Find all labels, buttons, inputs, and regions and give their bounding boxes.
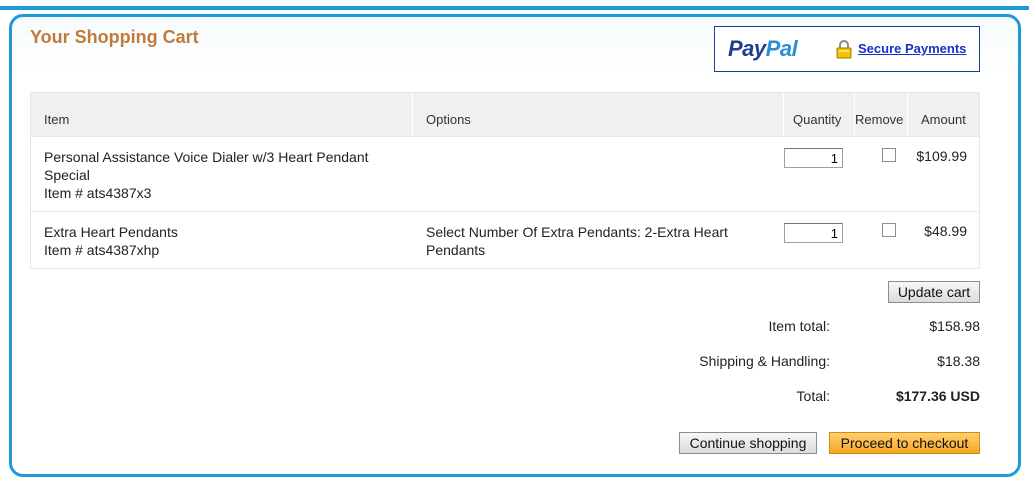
item-options-line1: Select Number Of Extra Pendants: 2-Extra… bbox=[426, 224, 728, 240]
item-amount: $109.99 bbox=[916, 148, 967, 164]
total-value: $177.36 USD bbox=[895, 388, 980, 404]
quantity-input[interactable] bbox=[784, 223, 843, 243]
shipping-label: Shipping & Handling: bbox=[699, 353, 830, 369]
column-header-amount: Amount bbox=[921, 112, 966, 127]
item-name-line2: Special bbox=[44, 167, 90, 183]
table-row: Extra Heart Pendants Item # ats4387xhp S… bbox=[31, 211, 979, 268]
column-divider bbox=[907, 93, 908, 136]
paypal-logo: PayPal bbox=[728, 36, 798, 62]
item-amount: $48.99 bbox=[924, 223, 967, 239]
quantity-input[interactable] bbox=[784, 148, 843, 168]
page-title: Your Shopping Cart bbox=[30, 27, 199, 47]
top-accent-stripe bbox=[0, 6, 1029, 10]
paypal-logo-pal: Pal bbox=[765, 36, 798, 61]
total-label: Total: bbox=[796, 388, 830, 404]
table-row: Personal Assistance Voice Dialer w/3 Hea… bbox=[31, 136, 979, 211]
cart-table: Item Options Quantity Remove Amount Pers… bbox=[30, 92, 980, 269]
top-accent-bar bbox=[0, 0, 1029, 10]
lock-icon bbox=[836, 40, 852, 59]
secure-payments-link[interactable]: Secure Payments bbox=[858, 41, 966, 56]
item-number: Item # ats4387x3 bbox=[44, 185, 152, 201]
item-name-line1: Extra Heart Pendants bbox=[44, 224, 178, 240]
item-number: Item # ats4387xhp bbox=[44, 242, 160, 258]
remove-checkbox[interactable] bbox=[882, 223, 896, 237]
item-options-line2: Pendants bbox=[426, 242, 486, 258]
column-header-options: Options bbox=[426, 112, 471, 127]
item-name-line1: Personal Assistance Voice Dialer w/3 Hea… bbox=[44, 149, 369, 165]
item-total-label: Item total: bbox=[768, 318, 830, 334]
update-cart-button[interactable]: Update cart bbox=[888, 281, 980, 303]
column-header-item: Item bbox=[44, 112, 70, 127]
paypal-logo-pay: Pay bbox=[728, 36, 766, 61]
proceed-to-checkout-button[interactable]: Proceed to checkout bbox=[829, 432, 980, 454]
column-header-quantity: Quantity bbox=[793, 112, 842, 127]
column-header-remove: Remove bbox=[855, 112, 904, 127]
paypal-badge: PayPal Secure Payments bbox=[714, 26, 980, 72]
table-header: Item Options Quantity Remove Amount bbox=[31, 93, 979, 136]
column-divider bbox=[412, 93, 413, 136]
continue-shopping-button[interactable]: Continue shopping bbox=[679, 432, 817, 454]
remove-checkbox[interactable] bbox=[882, 148, 896, 162]
column-divider bbox=[783, 93, 784, 136]
shipping-value: $18.38 bbox=[937, 353, 980, 369]
item-total-value: $158.98 bbox=[929, 318, 980, 334]
